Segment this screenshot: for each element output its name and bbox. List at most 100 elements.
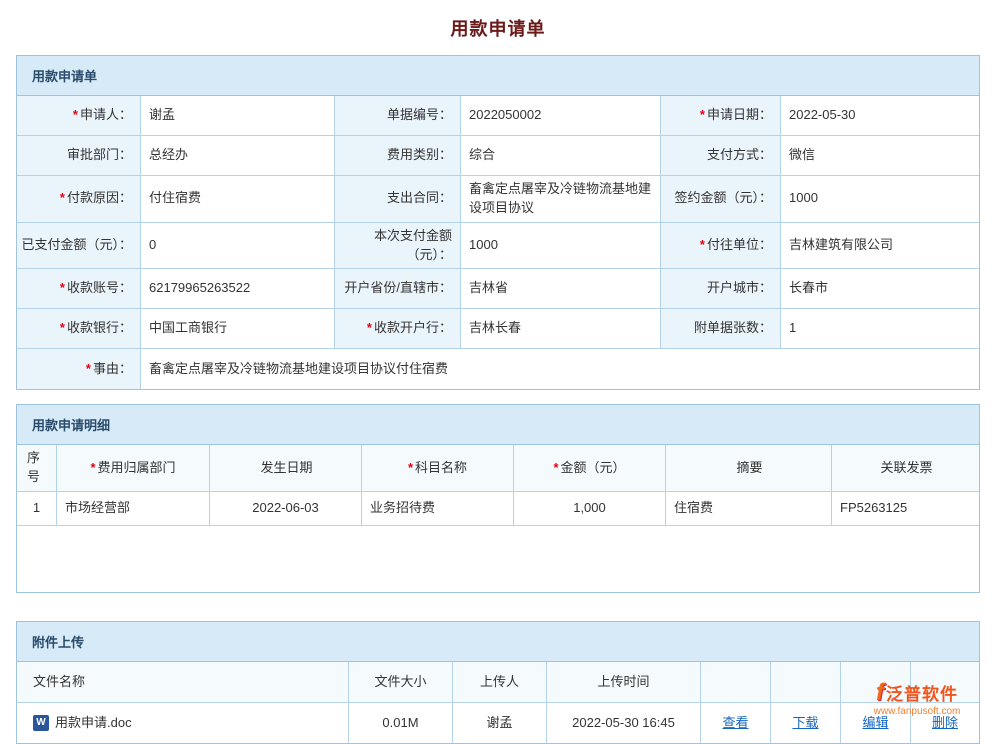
attachments-panel-title: 附件上传: [32, 635, 84, 650]
detail-cell-subject: 业务招待费: [362, 492, 514, 526]
attachment-upload-time: 2022-05-30 16:45: [547, 703, 701, 743]
word-file-icon: W: [33, 715, 49, 731]
attachment-file-size: 0.01M: [349, 703, 453, 743]
value-account-province: 吉林省: [461, 269, 661, 309]
detail-cell-index: 1: [17, 492, 57, 526]
label-text: 单据编号：: [387, 106, 452, 125]
required-star: *: [60, 279, 65, 298]
label-doc-number: 单据编号：: [335, 96, 461, 136]
cell-text: FP5263125: [840, 499, 907, 518]
value-current-payment-amount: 1000: [461, 223, 661, 270]
value-text: 谢孟: [149, 106, 175, 125]
label-text: 开户省份/直辖市：: [344, 279, 452, 298]
cell-text: 2022-06-03: [252, 499, 319, 518]
attachment-uploader: 谢孟: [453, 703, 547, 743]
label-text: 附单据张数：: [694, 319, 772, 338]
value-text: 微信: [789, 146, 815, 165]
cell-text: 0.01M: [382, 714, 418, 733]
value-account-city: 长春市: [781, 269, 979, 309]
detail-cell-date: 2022-06-03: [210, 492, 362, 526]
value-payee-bank: 中国工商银行: [141, 309, 335, 349]
main-form-panel-header: 用款申请单: [17, 56, 979, 96]
value-payee-account: 62179965263522: [141, 269, 335, 309]
col-header-text: 摘要: [736, 459, 762, 478]
main-form-grid: *申请人： 谢孟 单据编号： 2022050002 *申请日期： 2022-05…: [17, 96, 979, 389]
label-current-payment-amount: 本次支付金额（元）：: [335, 223, 461, 270]
label-payment-reason: *付款原因：: [17, 176, 141, 223]
value-text: 长春市: [789, 279, 828, 298]
attachment-file-cell[interactable]: W 用款申请.doc: [17, 703, 349, 743]
label-reason: *事由：: [17, 349, 141, 389]
cell-text: 市场经营部: [65, 499, 130, 518]
col-header-amount: *金额（元）: [514, 445, 666, 492]
detail-cell-invoice: FP5263125: [832, 492, 979, 526]
label-payment-method: 支付方式：: [661, 136, 781, 176]
value-text: 1: [789, 319, 796, 338]
view-link[interactable]: 查看: [722, 714, 748, 733]
label-text: 申请日期：: [707, 106, 772, 125]
label-text: 费用类别：: [387, 146, 452, 165]
required-star: *: [700, 236, 705, 255]
edit-link[interactable]: 编辑: [862, 714, 888, 733]
value-payment-reason: 付住宿费: [141, 176, 335, 223]
required-star: *: [60, 319, 65, 338]
attachment-action-view-cell: 查看: [701, 703, 771, 743]
required-star: *: [408, 459, 413, 478]
label-text: 事由：: [93, 360, 132, 379]
label-text: 审批部门：: [67, 146, 132, 165]
value-text: 中国工商银行: [149, 319, 227, 338]
att-col-header-filename: 文件名称: [17, 662, 349, 703]
label-account-city: 开户城市：: [661, 269, 781, 309]
detail-table: 序号 * 费用归属部门 发生日期 *科目名称 *金额（元） 摘要 关联发票 1 市…: [17, 445, 979, 592]
value-text: 吉林省: [469, 279, 508, 298]
detail-panel-title: 用款申请明细: [32, 418, 110, 433]
label-payee-unit: *付往单位：: [661, 223, 781, 270]
att-col-header-action-3: [841, 662, 911, 703]
label-text: 付款原因：: [67, 189, 132, 208]
value-text: 2022050002: [469, 106, 541, 125]
value-apply-date: 2022-05-30: [781, 96, 979, 136]
detail-cell-summary: 住宿费: [666, 492, 832, 526]
value-text: 付住宿费: [149, 189, 201, 208]
att-col-header-action-2: [771, 662, 841, 703]
value-contract-amount: 1000: [781, 176, 979, 223]
col-header-date: 发生日期: [210, 445, 362, 492]
required-star: *: [60, 189, 65, 208]
value-text: 1000: [789, 189, 818, 208]
att-col-header-uploader: 上传人: [453, 662, 547, 703]
download-link[interactable]: 下载: [792, 714, 818, 733]
value-payment-method: 微信: [781, 136, 979, 176]
label-text: 支付方式：: [707, 146, 772, 165]
attachment-action-download-cell: 下载: [771, 703, 841, 743]
value-text: 综合: [469, 146, 495, 165]
cell-text: 1,000: [573, 499, 606, 518]
value-expense-category: 综合: [461, 136, 661, 176]
col-header-summary: 摘要: [666, 445, 832, 492]
cell-text: 1: [33, 499, 40, 518]
required-star: *: [367, 319, 372, 338]
attachment-action-edit-cell: 编辑: [841, 703, 911, 743]
col-header-text: 序号: [27, 449, 48, 487]
detail-empty-area: [17, 526, 979, 592]
col-header-subject: *科目名称: [362, 445, 514, 492]
label-text: 本次支付金额（元）：: [339, 227, 452, 265]
label-account-province: 开户省份/直辖市：: [335, 269, 461, 309]
value-text: 0: [149, 236, 156, 255]
label-text: 付往单位：: [707, 236, 772, 255]
label-text: 支出合同：: [387, 189, 452, 208]
label-payee-bank: *收款银行：: [17, 309, 141, 349]
value-text: 1000: [469, 236, 498, 255]
cell-text: 2022-05-30 16:45: [572, 714, 675, 733]
label-receipt-count: 附单据张数：: [661, 309, 781, 349]
att-col-header-uploadtime: 上传时间: [547, 662, 701, 703]
col-header-text: 关联发票: [880, 459, 932, 478]
cell-text: 住宿费: [674, 499, 713, 518]
col-header-text: 费用归属部门: [98, 459, 176, 478]
label-text: 已支付金额（元）：: [21, 236, 132, 255]
col-header-text: 文件名称: [33, 673, 85, 692]
required-star: *: [553, 459, 558, 478]
value-text: 吉林长春: [469, 319, 521, 338]
required-star: *: [86, 360, 91, 379]
delete-link[interactable]: 删除: [932, 714, 958, 733]
value-paid-amount: 0: [141, 223, 335, 270]
